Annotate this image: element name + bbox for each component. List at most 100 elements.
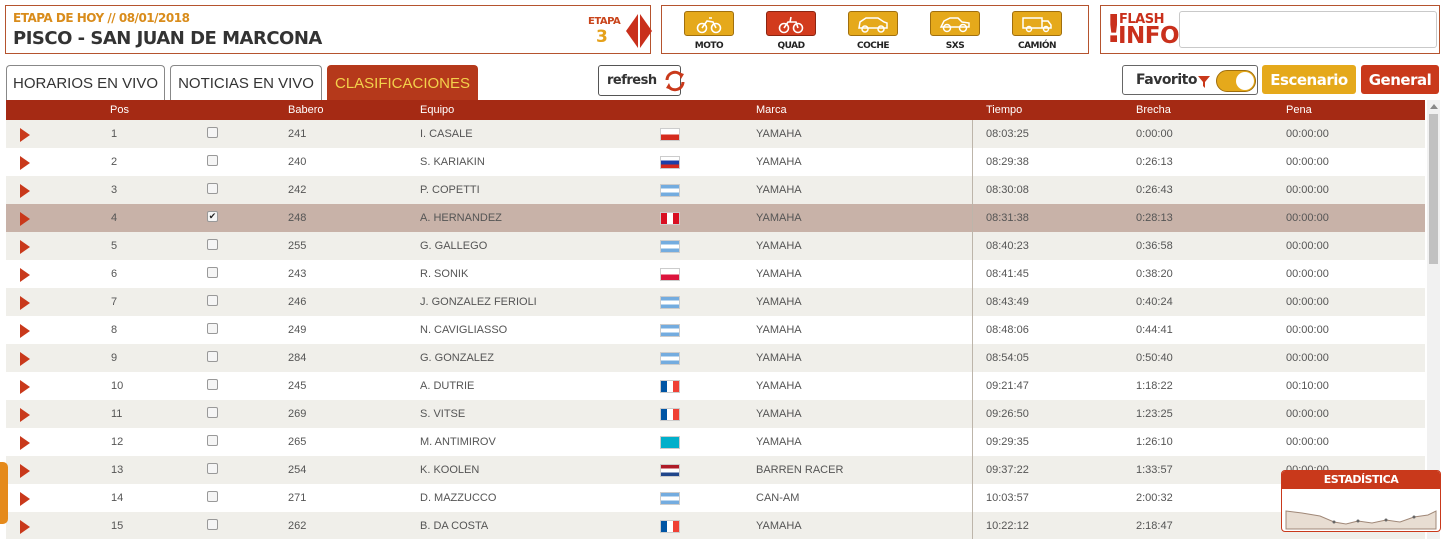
tab-noticias-en-vivo[interactable]: NOTICIAS EN VIVO — [170, 65, 322, 100]
category-camion-button[interactable]: CAMIÓN — [1011, 11, 1063, 51]
table-row[interactable]: 14 271 D. MAZZUCCO CAN-AM 10:03:57 2:00:32 — [6, 484, 1425, 512]
expand-row-play-icon[interactable] — [20, 436, 30, 450]
cell-equipo[interactable]: M. ANTIMIROV — [420, 436, 496, 448]
favorito-toggle[interactable] — [1216, 70, 1256, 92]
category-coche-button[interactable]: COCHE — [847, 11, 899, 51]
scroll-up-arrow-icon[interactable] — [1430, 104, 1438, 109]
favorite-checkbox[interactable]: ✔ — [207, 211, 218, 222]
cell-marca: YAMAHA — [756, 296, 802, 308]
category-moto-button[interactable]: MOTO — [683, 11, 735, 51]
favorite-checkbox[interactable] — [207, 183, 218, 194]
cell-equipo[interactable]: J. GONZALEZ FERIOLI — [420, 296, 537, 308]
favorite-checkbox[interactable] — [207, 519, 218, 530]
cell-babero: 242 — [288, 184, 307, 196]
favorite-checkbox[interactable] — [207, 407, 218, 418]
cell-pos: 12 — [111, 436, 124, 448]
cell-equipo[interactable]: D. MAZZUCCO — [420, 492, 496, 504]
expand-row-play-icon[interactable] — [20, 268, 30, 282]
cell-equipo[interactable]: P. COPETTI — [420, 184, 480, 196]
expand-row-play-icon[interactable] — [20, 296, 30, 310]
favorite-checkbox[interactable] — [207, 295, 218, 306]
favorito-filter[interactable]: Favorito — [1122, 65, 1258, 95]
favorite-checkbox[interactable] — [207, 267, 218, 278]
cell-brecha: 0:40:24 — [1136, 296, 1173, 308]
expand-row-play-icon[interactable] — [20, 324, 30, 338]
cell-equipo[interactable]: S. KARIAKIN — [420, 156, 485, 168]
country-flag-icon — [660, 464, 680, 477]
table-row[interactable]: 2 240 S. KARIAKIN YAMAHA 08:29:38 0:26:13 00:0… — [6, 148, 1425, 176]
statistics-widget[interactable]: ESTADÍSTICA — [1281, 470, 1441, 532]
expand-row-play-icon[interactable] — [20, 408, 30, 422]
column-header-brecha[interactable]: Brecha — [1136, 104, 1171, 116]
scrollbar-thumb[interactable] — [1429, 114, 1438, 264]
table-row[interactable]: 4 ✔ 248 A. HERNANDEZ YAMAHA 08:31:38 0:28:13 00… — [6, 204, 1425, 232]
cell-tiempo: 08:40:23 — [986, 240, 1029, 252]
table-row[interactable]: 3 242 P. COPETTI YAMAHA 08:30:08 0:26:43 00:00… — [6, 176, 1425, 204]
favorite-checkbox[interactable] — [207, 239, 218, 250]
expand-row-play-icon[interactable] — [20, 352, 30, 366]
expand-row-play-icon[interactable] — [20, 212, 30, 226]
escenario-button[interactable]: Escenario — [1262, 65, 1356, 94]
favorite-checkbox[interactable] — [207, 155, 218, 166]
cell-equipo[interactable]: K. KOOLEN — [420, 464, 479, 476]
table-row[interactable]: 9 284 G. GONZALEZ YAMAHA 08:54:05 0:50:40 00:0… — [6, 344, 1425, 372]
expand-row-play-icon[interactable] — [20, 240, 30, 254]
table-row[interactable]: 11 269 S. VITSE YAMAHA 09:26:50 1:23:25 00:00:… — [6, 400, 1425, 428]
cell-babero: 241 — [288, 128, 307, 140]
favorite-checkbox[interactable] — [207, 379, 218, 390]
cell-marca: YAMAHA — [756, 380, 802, 392]
flash-info-panel[interactable]: ! FLASH INFO — [1100, 5, 1440, 54]
category-sxs-button[interactable]: SXS — [929, 11, 981, 51]
cell-equipo[interactable]: A. DUTRIE — [420, 380, 474, 392]
favorite-checkbox[interactable] — [207, 491, 218, 502]
expand-row-play-icon[interactable] — [20, 380, 30, 394]
column-header-babero[interactable]: Babero — [288, 104, 323, 116]
cell-brecha: 0:50:40 — [1136, 352, 1173, 364]
table-row[interactable]: 8 249 N. CAVIGLIASSO YAMAHA 08:48:06 0:44:41 0… — [6, 316, 1425, 344]
table-row[interactable]: 12 265 M. ANTIMIROV YAMAHA 09:29:35 1:26:10 00… — [6, 428, 1425, 456]
expand-row-play-icon[interactable] — [20, 156, 30, 170]
cell-equipo[interactable]: A. HERNANDEZ — [420, 212, 502, 224]
column-header-pena[interactable]: Pena — [1286, 104, 1312, 116]
table-row[interactable]: 1 241 I. CASALE YAMAHA 08:03:25 0:00:00 00:00:… — [6, 120, 1425, 148]
expand-row-play-icon[interactable] — [20, 492, 30, 506]
favorite-checkbox[interactable] — [207, 323, 218, 334]
cell-pos: 3 — [111, 184, 118, 196]
table-row[interactable]: 15 262 B. DA COSTA YAMAHA 10:22:12 2:18:47 — [6, 512, 1425, 539]
cell-equipo[interactable]: S. VITSE — [420, 408, 465, 420]
cell-tiempo: 08:43:49 — [986, 296, 1029, 308]
cell-equipo[interactable]: I. CASALE — [420, 128, 473, 140]
column-header-tiempo[interactable]: Tiempo — [986, 104, 1022, 116]
tab-horarios-en-vivo[interactable]: HORARIOS EN VIVO — [6, 65, 165, 100]
cell-equipo[interactable]: N. CAVIGLIASSO — [420, 324, 507, 336]
cell-equipo[interactable]: B. DA COSTA — [420, 520, 488, 532]
expand-row-play-icon[interactable] — [20, 184, 30, 198]
cell-equipo[interactable]: R. SONIK — [420, 268, 468, 280]
table-row[interactable]: 13 254 K. KOOLEN BARREN RACER 09:37:22 1:33:5… — [6, 456, 1425, 484]
favorite-checkbox[interactable] — [207, 435, 218, 446]
table-row[interactable]: 7 246 J. GONZALEZ FERIOLI YAMAHA 08:43:49 0:4… — [6, 288, 1425, 316]
favorite-checkbox[interactable] — [207, 127, 218, 138]
favorite-checkbox[interactable] — [207, 351, 218, 362]
cell-equipo[interactable]: G. GALLEGO — [420, 240, 487, 252]
general-button[interactable]: General — [1361, 65, 1439, 94]
next-stage-arrow-icon[interactable] — [640, 14, 652, 48]
table-row[interactable]: 10 245 A. DUTRIE YAMAHA 09:21:47 1:18:22 00:10… — [6, 372, 1425, 400]
column-header-equipo[interactable]: Equipo — [420, 104, 454, 116]
column-header-pos[interactable]: Pos — [110, 104, 129, 116]
side-panel-tab[interactable] — [0, 462, 8, 524]
table-row[interactable]: 6 243 R. SONIK YAMAHA 08:41:45 0:38:20 00:00:0… — [6, 260, 1425, 288]
category-quad-button[interactable]: QUAD — [765, 11, 817, 51]
favorite-checkbox[interactable] — [207, 463, 218, 474]
refresh-button[interactable]: refresh — [598, 65, 685, 96]
expand-row-play-icon[interactable] — [20, 128, 30, 142]
table-row[interactable]: 5 255 G. GALLEGO YAMAHA 08:40:23 0:36:58 00:00… — [6, 232, 1425, 260]
expand-row-play-icon[interactable] — [20, 464, 30, 478]
cell-equipo[interactable]: G. GONZALEZ — [420, 352, 494, 364]
cell-brecha: 0:26:13 — [1136, 156, 1173, 168]
tab-clasificaciones[interactable]: CLASIFICACIONES — [327, 65, 478, 100]
previous-stage-arrow-icon[interactable] — [626, 14, 638, 48]
column-header-marca[interactable]: Marca — [756, 104, 787, 116]
expand-row-play-icon[interactable] — [20, 520, 30, 534]
cell-brecha: 1:33:57 — [1136, 464, 1173, 476]
